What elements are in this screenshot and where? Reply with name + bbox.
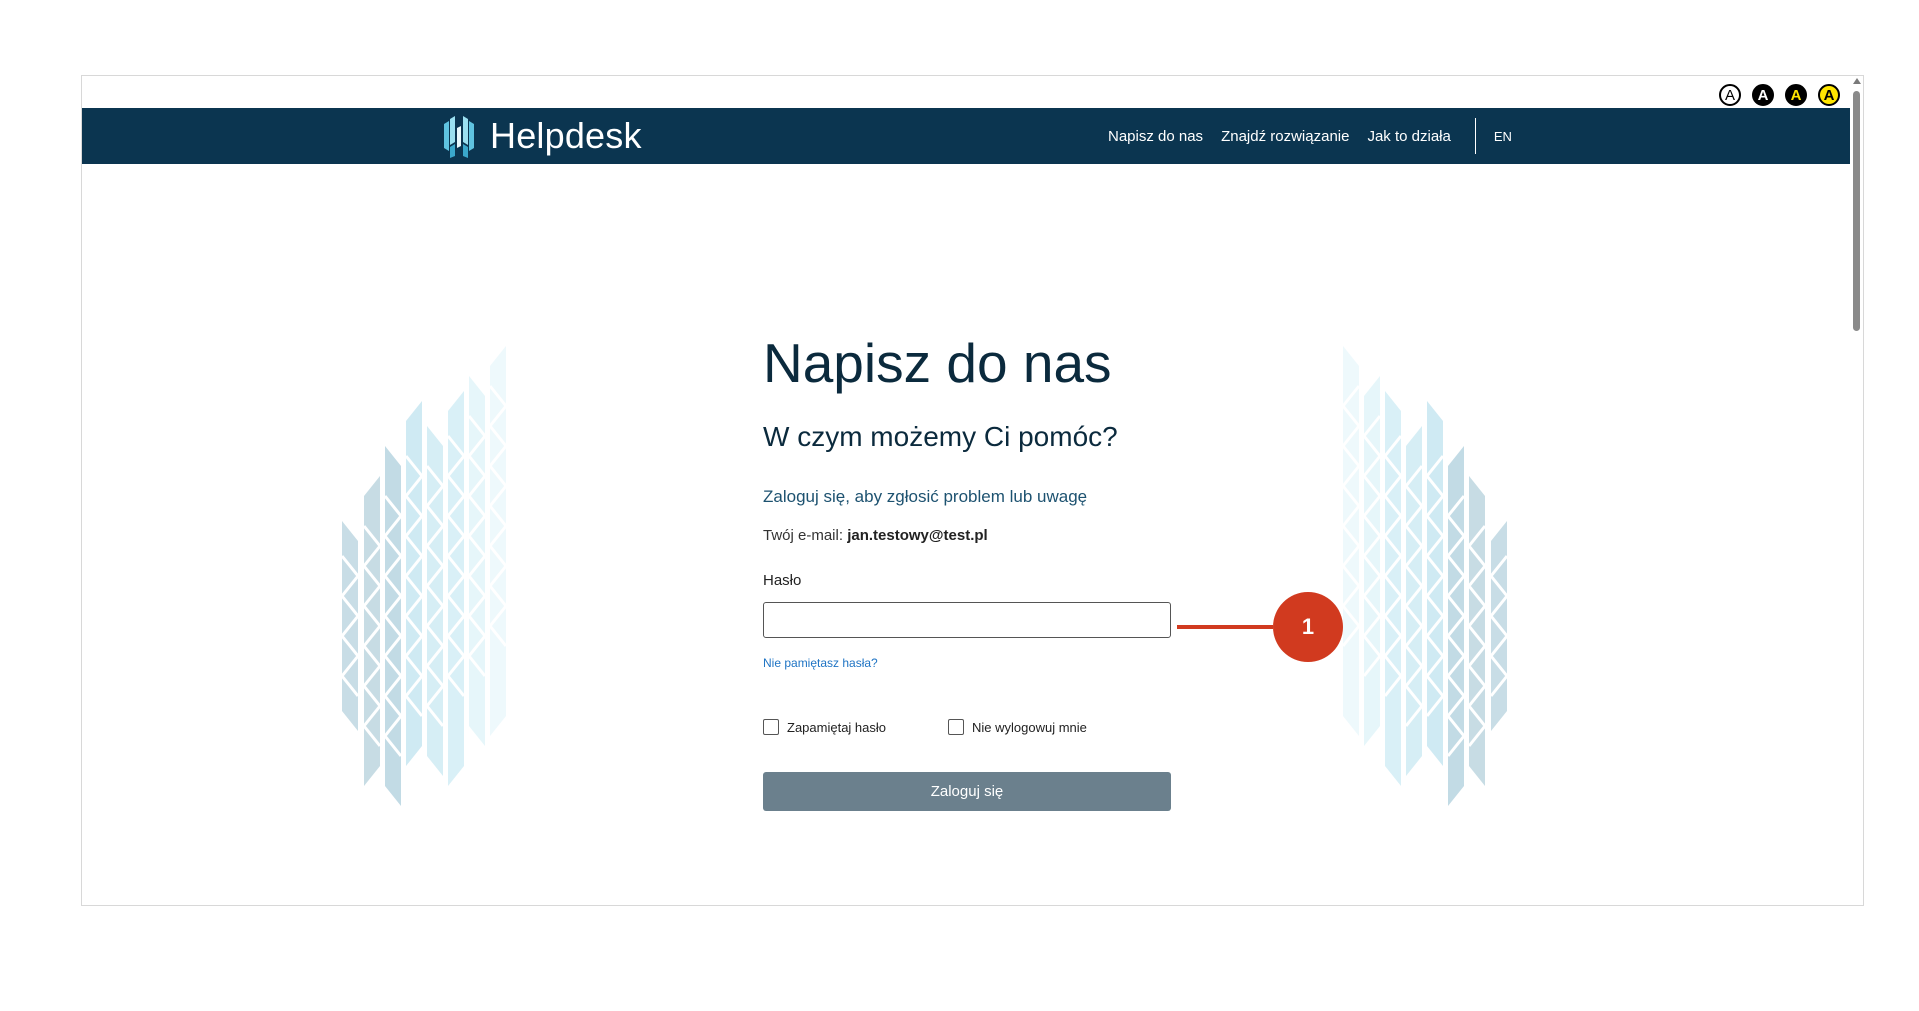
annotation-pointer-line [1177,625,1273,629]
main-nav: Napisz do nas Znajdź rozwiązanie Jak to … [1108,108,1512,164]
brand-name: Helpdesk [490,115,642,156]
remember-password-option[interactable]: Zapamiętaj hasło [763,719,886,735]
email-value: jan.testowy@test.pl [847,527,988,544]
browser-viewport: A A A A Helpdesk Napisz do nas Znajdź ro… [81,75,1864,906]
left-decoration-pattern [342,346,508,806]
email-label: Twój e-mail: [763,527,844,544]
vertical-scrollbar[interactable] [1850,76,1863,905]
helpdesk-logo[interactable]: Helpdesk [440,114,642,158]
remember-password-label: Zapamiętaj hasło [787,719,886,735]
page-title: Napisz do nas [763,332,1112,394]
login-options: Zapamiętaj hasło Nie wylogowuj mnie [763,719,1183,735]
contrast-black-yellow-button[interactable]: A [1785,84,1807,106]
annotation-marker: 1 [1273,592,1343,662]
scrollbar-thumb[interactable] [1853,91,1860,331]
forgot-password-link[interactable]: Nie pamiętasz hasła? [763,656,1183,670]
stay-logged-in-checkbox[interactable] [948,719,964,735]
language-switch-en[interactable]: EN [1494,129,1512,144]
helpdesk-logo-icon [444,116,474,158]
top-navbar: Helpdesk Napisz do nas Znajdź rozwiązani… [82,108,1850,164]
stay-logged-in-label: Nie wylogowuj mnie [972,719,1087,735]
remember-password-checkbox[interactable] [763,719,779,735]
contrast-yellow-black-button[interactable]: A [1818,84,1840,106]
page-subtitle: W czym możemy Ci pomóc? [763,421,1118,452]
right-decoration-shapes [1343,346,1507,806]
scroll-up-arrow-icon[interactable] [1853,78,1861,84]
right-decoration-pattern [1341,346,1507,806]
nav-contact-us[interactable]: Napisz do nas [1108,128,1203,145]
password-input[interactable] [763,602,1171,638]
login-form: Napisz do nas W czym możemy Ci pomóc? Za… [763,336,1183,811]
email-line: Twój e-mail: jan.testowy@test.pl [763,527,1183,544]
contrast-black-white-button[interactable]: A [1752,84,1774,106]
nav-how-it-works[interactable]: Jak to działa [1367,128,1450,145]
stay-logged-in-option[interactable]: Nie wylogowuj mnie [948,719,1087,735]
login-info-text: Zaloguj się, aby zgłosić problem lub uwa… [763,487,1088,506]
nav-divider [1474,118,1476,154]
contrast-normal-button[interactable]: A [1719,84,1741,106]
contrast-switcher: A A A A [1719,84,1840,106]
login-button[interactable]: Zaloguj się [763,772,1171,811]
password-label: Hasło [763,572,802,589]
nav-find-solution[interactable]: Znajdź rozwiązanie [1221,128,1349,145]
left-decoration-shapes [342,346,506,806]
